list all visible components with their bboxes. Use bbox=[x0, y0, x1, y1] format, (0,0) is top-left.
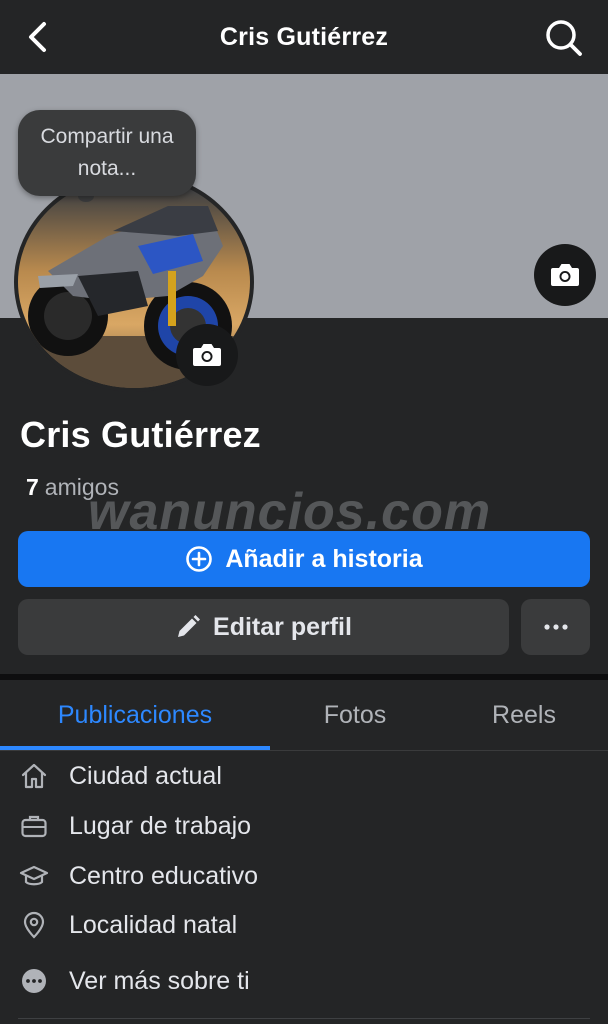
more-dots-icon bbox=[18, 965, 50, 997]
tab-reels[interactable]: Reels bbox=[440, 680, 608, 750]
detail-label: Ver más sobre ti bbox=[69, 966, 250, 995]
detail-label: Centro educativo bbox=[69, 861, 259, 890]
detail-workplace[interactable]: Lugar de trabajo bbox=[18, 802, 588, 850]
chevron-left-icon[interactable] bbox=[22, 18, 58, 56]
tab-fotos[interactable]: Fotos bbox=[270, 680, 440, 750]
add-to-story-label: Añadir a historia bbox=[225, 544, 423, 573]
detail-see-more[interactable]: Ver más sobre ti bbox=[18, 957, 588, 1005]
avatar-camera-icon[interactable] bbox=[176, 324, 238, 386]
active-tab-indicator bbox=[0, 746, 270, 750]
detail-hometown[interactable]: Localidad natal bbox=[18, 901, 588, 949]
profile-name: Cris Gutiérrez bbox=[20, 414, 261, 455]
profile-tabs: Publicaciones Fotos Reels bbox=[0, 680, 608, 751]
pencil-icon bbox=[178, 615, 201, 637]
home-icon bbox=[18, 760, 50, 792]
location-pin-icon bbox=[18, 909, 50, 941]
briefcase-icon bbox=[18, 810, 50, 842]
search-icon[interactable] bbox=[544, 18, 584, 58]
more-options-button[interactable] bbox=[521, 599, 590, 655]
detail-current-city[interactable]: Ciudad actual bbox=[18, 752, 588, 800]
top-bar: Cris Gutiérrez bbox=[0, 0, 608, 74]
note-text: Compartir una nota... bbox=[40, 125, 174, 180]
more-dots-icon bbox=[543, 624, 568, 630]
graduation-cap-icon bbox=[18, 860, 50, 892]
edit-profile-button[interactable]: Editar perfil bbox=[18, 599, 509, 655]
friends-count[interactable]: 7 amigos bbox=[26, 474, 119, 501]
cover-camera-icon[interactable] bbox=[534, 244, 596, 306]
tab-publicaciones[interactable]: Publicaciones bbox=[0, 680, 270, 750]
add-circle-icon bbox=[186, 546, 213, 572]
detail-label: Lugar de trabajo bbox=[69, 811, 252, 840]
add-to-story-button[interactable]: Añadir a historia bbox=[18, 531, 590, 587]
profile-page: Cris Gutiérrez Compartir una nota... Cri… bbox=[0, 0, 608, 1024]
page-title: Cris Gutiérrez bbox=[219, 22, 389, 51]
list-divider bbox=[18, 1018, 590, 1019]
friends-count-label: amigos bbox=[44, 474, 119, 500]
friends-count-number: 7 bbox=[26, 474, 39, 500]
edit-profile-label: Editar perfil bbox=[213, 612, 352, 641]
detail-label: Ciudad actual bbox=[69, 761, 222, 790]
detail-label: Localidad natal bbox=[69, 910, 238, 939]
detail-school[interactable]: Centro educativo bbox=[18, 852, 588, 900]
note-bubble[interactable]: Compartir una nota... bbox=[18, 110, 196, 196]
